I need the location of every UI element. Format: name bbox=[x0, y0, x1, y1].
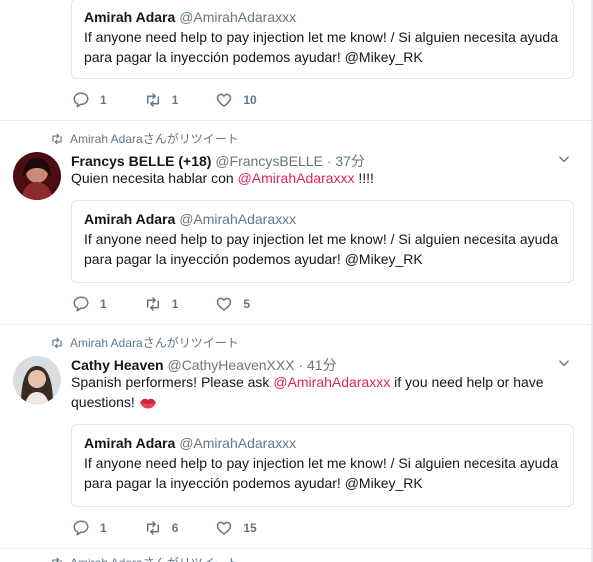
heart-icon bbox=[217, 297, 232, 311]
tweet-text: Quien necesita hablar con @AmirahAdaraxx… bbox=[71, 168, 561, 188]
quoted-handle: @AmirahAdaraxxx bbox=[179, 211, 297, 227]
quoted-tweet[interactable]: Amirah Adara @AmirahAdaraxxx If anyone n… bbox=[71, 0, 574, 79]
like-button[interactable]: 15 bbox=[215, 519, 257, 537]
tweet-actions: 1 6 15 bbox=[72, 519, 294, 537]
user-handle[interactable]: @FrancysBELLE bbox=[215, 153, 323, 169]
quoted-text: If anyone need help to pay injection let… bbox=[84, 455, 558, 491]
retweet-icon bbox=[146, 521, 159, 535]
tweet-2[interactable]: Amirah Adaraさんがリツイート Cathy Heaven @Cathy… bbox=[0, 325, 591, 549]
heart-icon bbox=[217, 93, 232, 107]
quoted-tweet[interactable]: Amirah Adara @AmirahAdaraxxx If anyone n… bbox=[71, 200, 574, 283]
quoted-name: Amirah Adara bbox=[84, 435, 176, 451]
quoted-header: Amirah Adara @AmirahAdaraxxx bbox=[84, 433, 561, 453]
like-button[interactable]: 5 bbox=[215, 295, 250, 313]
reply-button[interactable]: 1 bbox=[72, 295, 107, 313]
quoted-header: Amirah Adara @AmirahAdaraxxx bbox=[84, 7, 561, 27]
retweet-count: 1 bbox=[171, 297, 179, 311]
reply-count: 1 bbox=[100, 93, 107, 107]
heart-icon bbox=[217, 521, 232, 535]
retweet-icon bbox=[146, 93, 159, 107]
quoted-text: If anyone need help to pay injection let… bbox=[84, 231, 558, 267]
reply-button[interactable]: 1 bbox=[72, 91, 107, 109]
retweet-icon bbox=[52, 557, 62, 562]
like-count: 10 bbox=[243, 93, 257, 107]
avatar-image bbox=[13, 356, 61, 404]
chevron-down-icon[interactable] bbox=[557, 356, 571, 370]
mention-link[interactable]: @AmirahAdaraxxx bbox=[238, 170, 355, 186]
avatar[interactable] bbox=[13, 152, 61, 200]
quoted-name: Amirah Adara bbox=[84, 9, 176, 25]
tweet-1[interactable]: Amirah Adaraさんがリツイート Francys BELLE (+18)… bbox=[0, 121, 591, 325]
tweet-text-after: !!!! bbox=[354, 170, 374, 186]
reply-icon bbox=[73, 92, 89, 108]
retweet-context: Amirah Adaraさんがリツイート bbox=[50, 130, 239, 147]
display-name[interactable]: Cathy Heaven bbox=[71, 357, 164, 373]
reply-icon bbox=[73, 296, 89, 312]
tweet-text-before: Quien necesita hablar con bbox=[71, 170, 238, 186]
retweet-icon bbox=[52, 337, 62, 348]
reply-icon bbox=[73, 520, 89, 536]
retweet-button[interactable]: 1 bbox=[144, 295, 179, 313]
quoted-tweet[interactable]: Amirah Adara @AmirahAdaraxxx If anyone n… bbox=[71, 424, 574, 507]
retweet-context-text: Amirah Adaraさんがリツイート bbox=[70, 336, 239, 350]
kiss-mark-icon bbox=[139, 398, 156, 409]
reply-button[interactable]: 1 bbox=[72, 519, 107, 537]
mention-link[interactable]: @AmirahAdaraxxx bbox=[273, 374, 390, 390]
retweet-count: 6 bbox=[171, 521, 179, 535]
avatar[interactable] bbox=[13, 356, 61, 404]
retweet-icon bbox=[52, 133, 62, 144]
tweet-actions: 1 1 5 bbox=[72, 295, 287, 313]
display-name[interactable]: Francys BELLE (+18) bbox=[71, 153, 211, 169]
quoted-text: If anyone need help to pay injection let… bbox=[84, 29, 558, 65]
quoted-handle: @AmirahAdaraxxx bbox=[179, 9, 297, 25]
quoted-name: Amirah Adara bbox=[84, 211, 176, 227]
retweet-context-text: Amirah Adaraさんがリツイート bbox=[70, 132, 239, 146]
avatar-image bbox=[13, 152, 61, 200]
tweet-text-before: Spanish performers! Please ask bbox=[71, 374, 274, 390]
reply-count: 1 bbox=[100, 521, 107, 535]
reply-count: 1 bbox=[100, 297, 107, 311]
like-count: 5 bbox=[243, 297, 251, 311]
like-button[interactable]: 10 bbox=[215, 91, 257, 109]
chevron-down-icon[interactable] bbox=[557, 152, 571, 166]
retweet-context: Amirah Adaraさんがリツイート bbox=[50, 554, 239, 562]
separator-dot: · bbox=[326, 153, 332, 169]
timestamp[interactable]: 37分 bbox=[335, 153, 365, 169]
retweet-count: 1 bbox=[171, 93, 179, 107]
user-handle[interactable]: @CathyHeavenXXX bbox=[167, 357, 294, 373]
retweet-button[interactable]: 1 bbox=[144, 91, 179, 109]
tweet-3[interactable]: Amirah Adaraさんがリツイート bbox=[0, 549, 591, 562]
retweet-button[interactable]: 6 bbox=[144, 519, 179, 537]
retweet-icon bbox=[146, 297, 159, 311]
retweet-context: Amirah Adaraさんがリツイート bbox=[50, 334, 239, 351]
like-count: 15 bbox=[243, 521, 257, 535]
retweet-context-text: Amirah Adaraさんがリツイート bbox=[70, 554, 239, 562]
tweet-text: Spanish performers! Please ask @AmirahAd… bbox=[71, 372, 561, 412]
separator-dot: · bbox=[298, 357, 304, 373]
quoted-handle: @AmirahAdaraxxx bbox=[179, 435, 297, 451]
tweet-0[interactable]: Amirah Adara @AmirahAdaraxxx If anyone n… bbox=[0, 0, 591, 121]
tweet-actions: 1 1 10 bbox=[72, 91, 294, 109]
quoted-header: Amirah Adara @AmirahAdaraxxx bbox=[84, 209, 561, 229]
timestamp[interactable]: 41分 bbox=[307, 357, 337, 373]
